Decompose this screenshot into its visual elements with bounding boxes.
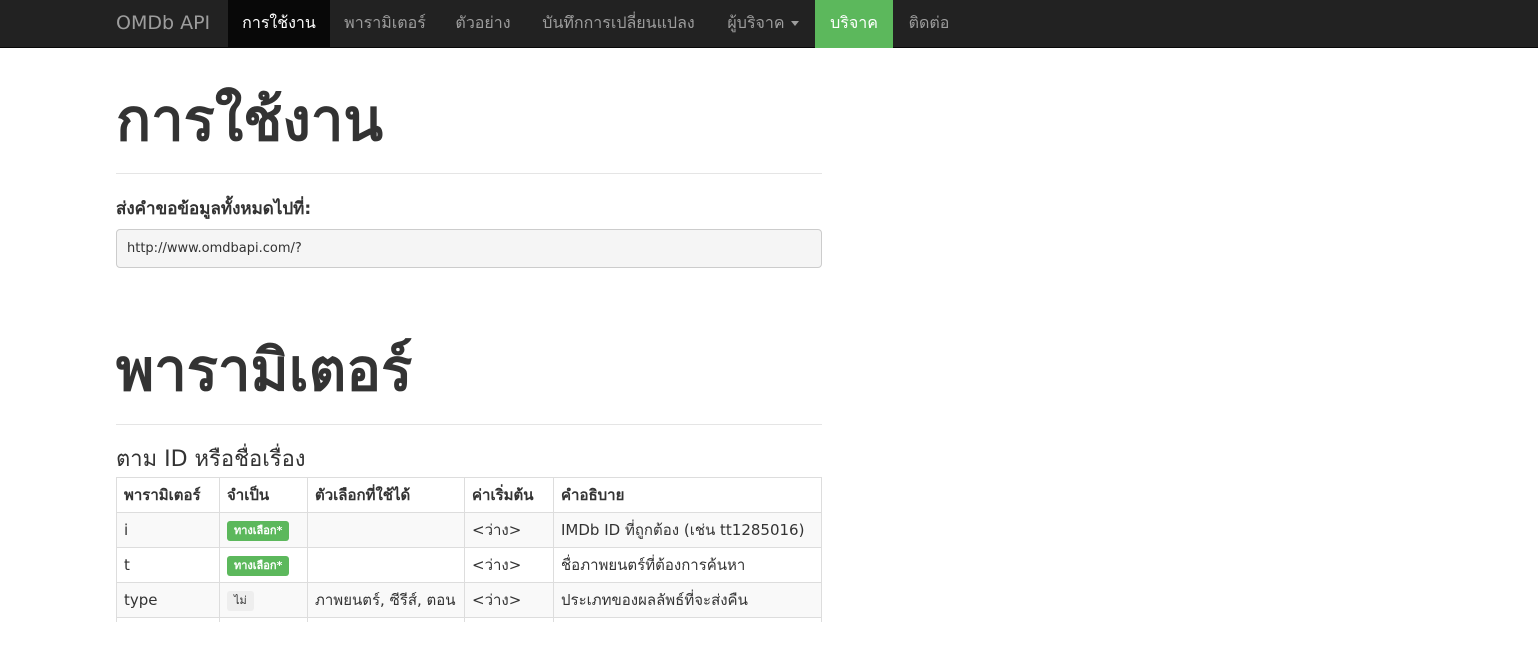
required-cell: ทางเลือก*: [219, 512, 308, 548]
options-cell: [307, 617, 465, 622]
default-cell: <ว่าง>: [464, 582, 554, 618]
nav-donors-dropdown[interactable]: ผู้บริจาค: [711, 0, 815, 48]
nav-donors-label: ผู้บริจาค: [727, 13, 785, 32]
required-cell: ทางเลือก*: [219, 547, 308, 583]
divider: [116, 424, 822, 425]
param-name-cell: t: [116, 547, 220, 583]
api-url-well: http://www.omdbapi.com/?: [116, 229, 822, 268]
chevron-down-icon: [790, 21, 799, 26]
options-cell: ภาพยนตร์, ซีรีส์, ตอน: [307, 582, 465, 618]
table-row: t ทางเลือก* <ว่าง> ชื่อภาพยนตร์ที่ต้องกา…: [116, 547, 822, 583]
table-row: [116, 617, 822, 622]
column-header-default: ค่าเริ่มต้น: [464, 477, 554, 513]
required-cell: [219, 617, 308, 622]
table-row: type ไม่ ภาพยนตร์, ซีรีส์, ตอน <ว่าง> ปร…: [116, 582, 822, 618]
nav-usage[interactable]: การใช้งาน: [228, 0, 330, 48]
table-row: i ทางเลือก* <ว่าง> IMDb ID ที่ถูกต้อง (เ…: [116, 512, 822, 548]
send-requests-label: ส่งคำขอข้อมูลทั้งหมดไปที่:: [116, 199, 312, 219]
default-cell: [464, 617, 554, 622]
parameters-table: พารามิเตอร์ จำเป็น ตัวเลือกที่ใช้ได้ ค่า…: [116, 477, 822, 622]
default-cell: <ว่าง>: [464, 547, 554, 583]
parameters-table-container: พารามิเตอร์ จำเป็น ตัวเลือกที่ใช้ได้ ค่า…: [116, 477, 822, 622]
usage-heading: การใช้งาน: [116, 86, 384, 154]
table-header-row: พารามิเตอร์ จำเป็น ตัวเลือกที่ใช้ได้ ค่า…: [116, 477, 822, 513]
nav-changelog[interactable]: บันทึกการเปลี่ยนแปลง: [526, 0, 711, 48]
required-badge: ทางเลือก*: [227, 520, 290, 541]
top-navbar: OMDb API การใช้งาน พารามิเตอร์ ตัวอย่าง …: [0, 0, 1538, 48]
param-name-cell: i: [116, 512, 220, 548]
param-name-cell: [116, 617, 220, 622]
nav-examples[interactable]: ตัวอย่าง: [440, 0, 526, 48]
param-name-cell: type: [116, 582, 220, 618]
by-id-title-heading: ตาม ID หรือชื่อเรื่อง: [116, 447, 306, 472]
column-header-parameter: พารามิเตอร์: [116, 477, 220, 513]
description-cell: [553, 617, 822, 622]
column-header-required: จำเป็น: [219, 477, 308, 513]
options-cell: [307, 547, 465, 583]
required-badge: ทางเลือก*: [227, 555, 290, 576]
default-cell: <ว่าง>: [464, 512, 554, 548]
column-header-valid-options: ตัวเลือกที่ใช้ได้: [307, 477, 465, 513]
parameters-heading: พารามิเตอร์: [116, 336, 413, 404]
nav-contact[interactable]: ติดต่อ: [893, 0, 965, 48]
required-cell: ไม่: [219, 582, 308, 618]
description-cell: ชื่อภาพยนตร์ที่ต้องการค้นหา: [553, 547, 822, 583]
options-cell: [307, 512, 465, 548]
divider: [116, 173, 822, 174]
description-cell: IMDb ID ที่ถูกต้อง (เช่น tt1285016): [553, 512, 822, 548]
column-header-description: คำอธิบาย: [553, 477, 822, 513]
nav-parameters[interactable]: พารามิเตอร์: [330, 0, 440, 48]
required-badge: ไม่: [227, 590, 254, 611]
nav-donate[interactable]: บริจาค: [815, 0, 893, 48]
brand-link[interactable]: OMDb API: [116, 0, 210, 48]
description-cell: ประเภทของผลลัพธ์ที่จะส่งคืน: [553, 582, 822, 618]
